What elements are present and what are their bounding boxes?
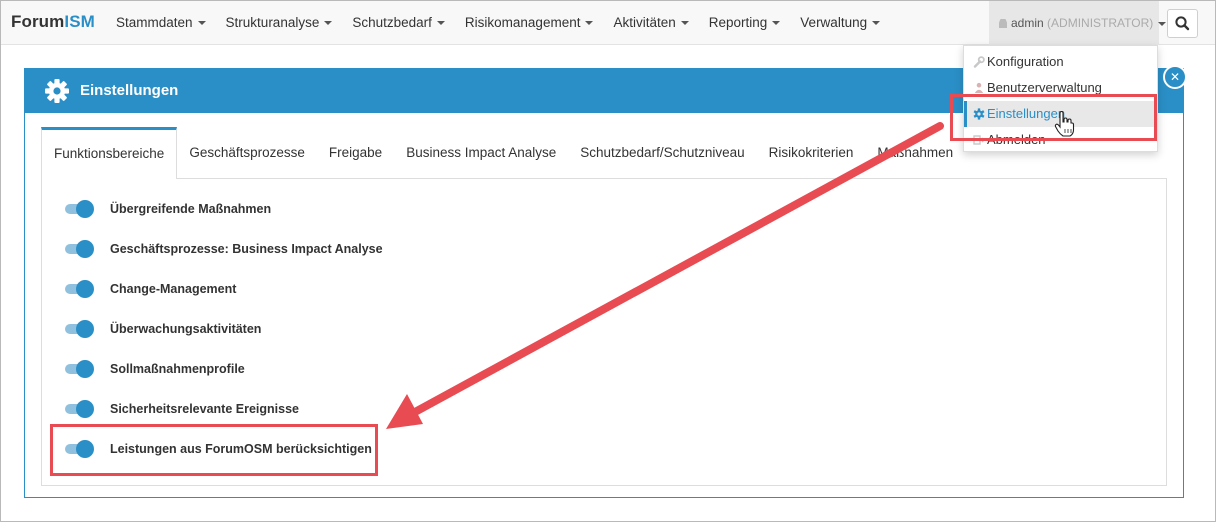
menu-item-label: Benutzerverwaltung — [987, 80, 1102, 95]
menu-item-benutzerverwaltung[interactable]: Benutzerverwaltung — [964, 75, 1157, 101]
toggle-switch[interactable] — [65, 239, 95, 259]
setting-label: Überwachungsaktivitäten — [110, 322, 262, 336]
sign-out-icon — [973, 135, 985, 145]
toggle-switch[interactable] — [65, 359, 95, 379]
toggle-knob — [76, 280, 94, 298]
toggle-knob — [76, 440, 94, 458]
setting-row: Geschäftsprozesse: Business Impact Analy… — [65, 237, 383, 261]
caret-down-icon — [680, 21, 689, 26]
setting-label: Geschäftsprozesse: Business Impact Analy… — [110, 242, 383, 256]
caret-down-icon — [772, 21, 781, 26]
toggle-knob — [76, 200, 94, 218]
close-icon: ✕ — [1169, 70, 1181, 84]
setting-row: Sicherheitsrelevante Ereignisse — [65, 397, 299, 421]
user-icon — [999, 19, 1007, 28]
caret-down-icon — [197, 21, 206, 26]
nav-label: Strukturanalyse — [225, 15, 320, 30]
setting-row: Überwachungsaktivitäten — [65, 317, 261, 341]
setting-label: Change-Management — [110, 282, 237, 296]
nav-label: Schutzbedarf — [352, 15, 432, 30]
user-role: (ADMINISTRATOR) — [1047, 16, 1154, 30]
tab-freigabe[interactable]: Freigabe — [317, 127, 394, 179]
nav-label: Stammdaten — [116, 15, 193, 30]
brand-main: Forum — [11, 12, 65, 31]
close-button[interactable]: ✕ — [1163, 65, 1187, 89]
users-icon — [974, 82, 984, 93]
top-navbar: ForumISM Stammdaten Strukturanalyse Schu… — [1, 1, 1215, 45]
search-icon — [1175, 16, 1190, 31]
setting-label: Übergreifende Maßnahmen — [110, 202, 272, 216]
caret-down-icon — [1158, 21, 1167, 26]
user-menu-toggle[interactable]: admin (ADMINISTRATOR) — [989, 1, 1167, 45]
tab-geschaeftsprozesse[interactable]: Geschäftsprozesse — [177, 127, 317, 179]
settings-tabs: Funktionsbereiche Geschäftsprozesse Frei… — [41, 127, 965, 179]
toggle-knob — [76, 400, 94, 418]
brand-accent: ISM — [64, 12, 95, 31]
search-button[interactable] — [1167, 9, 1198, 38]
nav-risikomanagement[interactable]: Risikomanagement — [455, 1, 604, 45]
wrench-icon — [973, 56, 985, 68]
toggle-knob — [76, 240, 94, 258]
main-menu: Stammdaten Strukturanalyse Schutzbedarf … — [106, 1, 890, 45]
caret-down-icon — [585, 21, 594, 26]
setting-row: Sollmaßnahmenprofile — [65, 357, 245, 381]
tab-risikokriterien[interactable]: Risikokriterien — [757, 127, 866, 179]
toggle-knob — [76, 360, 94, 378]
menu-item-label: Abmelden — [987, 132, 1046, 147]
nav-verwaltung[interactable]: Verwaltung — [790, 1, 890, 45]
setting-row: Übergreifende Maßnahmen — [65, 197, 271, 221]
toggle-switch[interactable] — [65, 319, 95, 339]
gear-icon — [45, 79, 69, 103]
nav-stammdaten[interactable]: Stammdaten — [106, 1, 216, 45]
toggle-switch[interactable] — [65, 399, 95, 419]
toggle-knob — [76, 320, 94, 338]
tab-schutzbedarf-schutzniveau[interactable]: Schutzbedarf/Schutzniveau — [568, 127, 756, 179]
nav-label: Verwaltung — [800, 15, 868, 30]
brand-logo[interactable]: ForumISM — [11, 12, 95, 32]
toggle-switch[interactable] — [65, 199, 95, 219]
hand-cursor-icon — [1054, 111, 1075, 137]
nav-schutzbedarf[interactable]: Schutzbedarf — [342, 1, 455, 45]
nav-label: Reporting — [708, 15, 768, 30]
nav-reporting[interactable]: Reporting — [699, 1, 791, 45]
toggle-switch[interactable] — [65, 439, 95, 459]
toggle-switch[interactable] — [65, 279, 95, 299]
nav-label: Risikomanagement — [464, 15, 581, 30]
user-name: admin — [1011, 16, 1044, 30]
tab-business-impact-analyse[interactable]: Business Impact Analyse — [394, 127, 568, 179]
menu-item-konfiguration[interactable]: Konfiguration — [964, 49, 1157, 75]
tab-massnahmen[interactable]: Maßnahmen — [865, 127, 965, 179]
nav-strukturanalyse[interactable]: Strukturanalyse — [216, 1, 343, 45]
caret-down-icon — [872, 21, 881, 26]
setting-row: Change-Management — [65, 277, 236, 301]
menu-item-label: Konfiguration — [987, 54, 1064, 69]
nav-aktivitaeten[interactable]: Aktivitäten — [603, 1, 698, 45]
caret-down-icon — [324, 21, 333, 26]
setting-label: Leistungen aus ForumOSM berücksichtigen — [110, 442, 372, 456]
setting-row: Leistungen aus ForumOSM berücksichtigen — [65, 437, 372, 461]
nav-label: Aktivitäten — [613, 15, 676, 30]
gear-icon — [973, 108, 985, 120]
setting-label: Sollmaßnahmenprofile — [110, 362, 245, 376]
caret-down-icon — [436, 21, 445, 26]
setting-label: Sicherheitsrelevante Ereignisse — [110, 402, 299, 416]
tab-funktionsbereiche[interactable]: Funktionsbereiche — [41, 127, 178, 179]
panel-title: Einstellungen — [80, 82, 179, 99]
